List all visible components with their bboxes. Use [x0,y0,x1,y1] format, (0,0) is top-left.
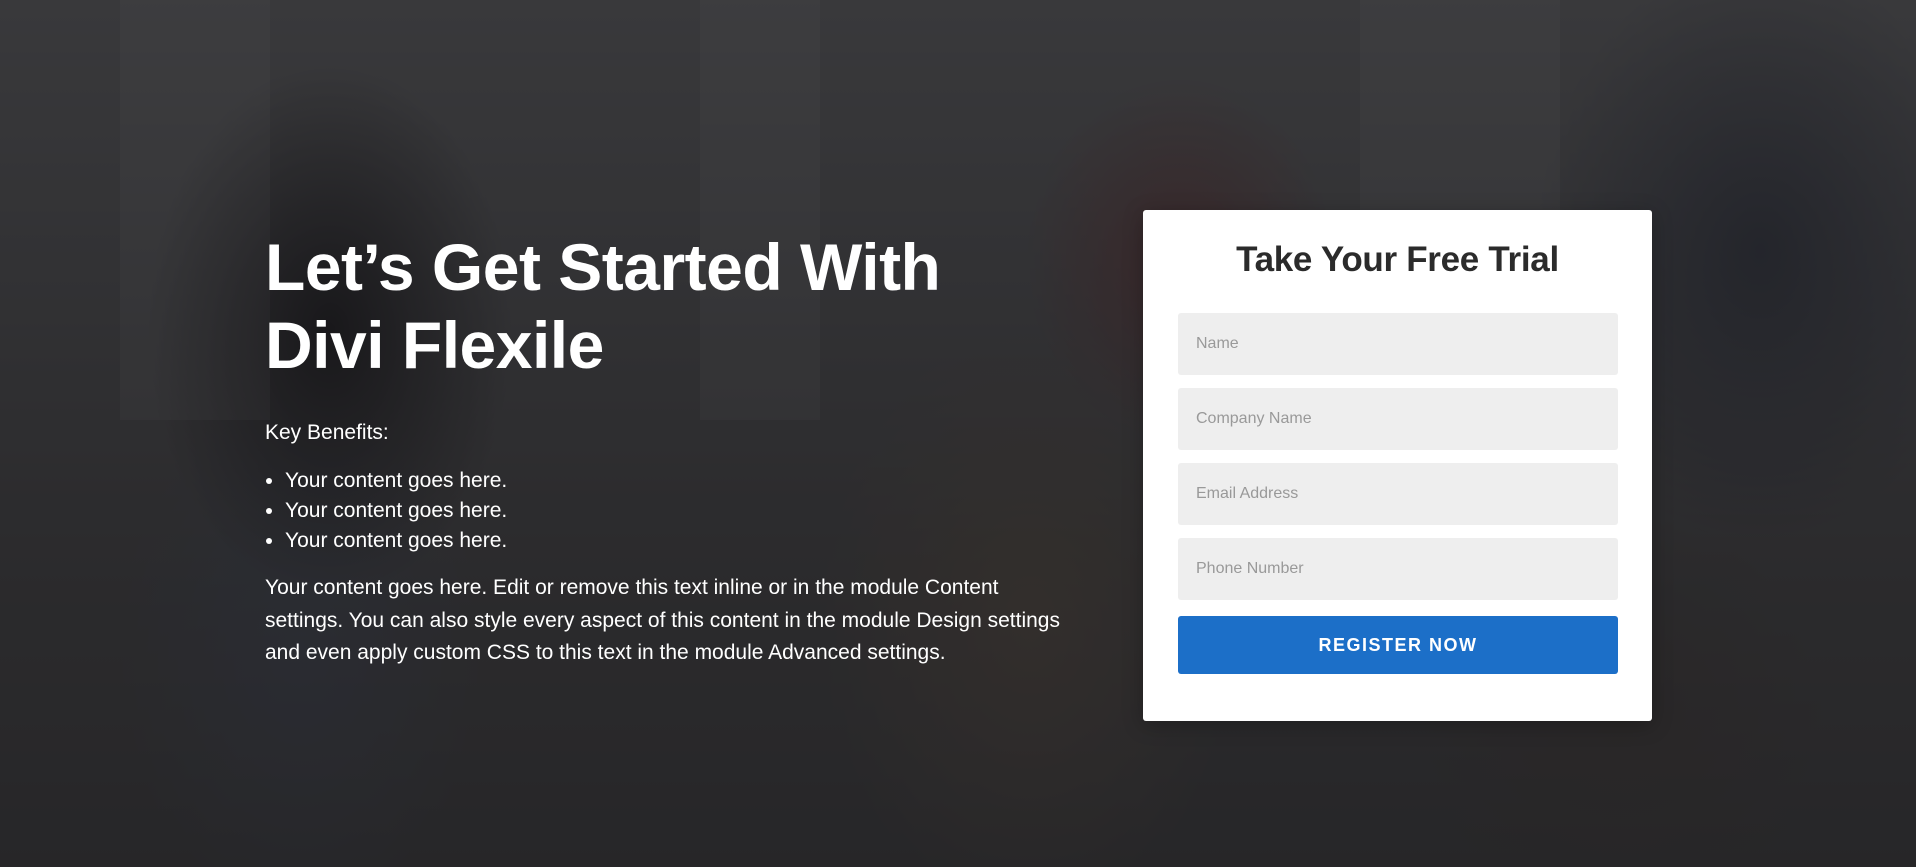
phone-field[interactable] [1178,538,1618,600]
headline-line-1: Let’s Get Started With [265,230,941,304]
page-title: Let’s Get Started With Divi Flexile [265,228,1085,384]
hero-content: Let’s Get Started With Divi Flexile Key … [265,228,1085,670]
headline-line-2: Divi Flexile [265,308,604,382]
benefit-item: Your content goes here. [285,526,1085,556]
email-field[interactable] [1178,463,1618,525]
signup-form-card: Take Your Free Trial REGISTER NOW [1143,210,1652,721]
benefit-item: Your content goes here. [285,496,1085,526]
register-now-button[interactable]: REGISTER NOW [1178,616,1618,674]
benefits-label: Key Benefits: [265,421,389,444]
name-field[interactable] [1178,313,1618,375]
company-name-field[interactable] [1178,388,1618,450]
hero-section: Let’s Get Started With Divi Flexile Key … [0,0,1916,867]
form-title: Take Your Free Trial [1236,240,1559,279]
benefits-list: Your content goes here. Your content goe… [265,466,1085,556]
body-paragraph: Your content goes here. Edit or remove t… [265,576,1060,664]
benefit-item: Your content goes here. [285,466,1085,496]
